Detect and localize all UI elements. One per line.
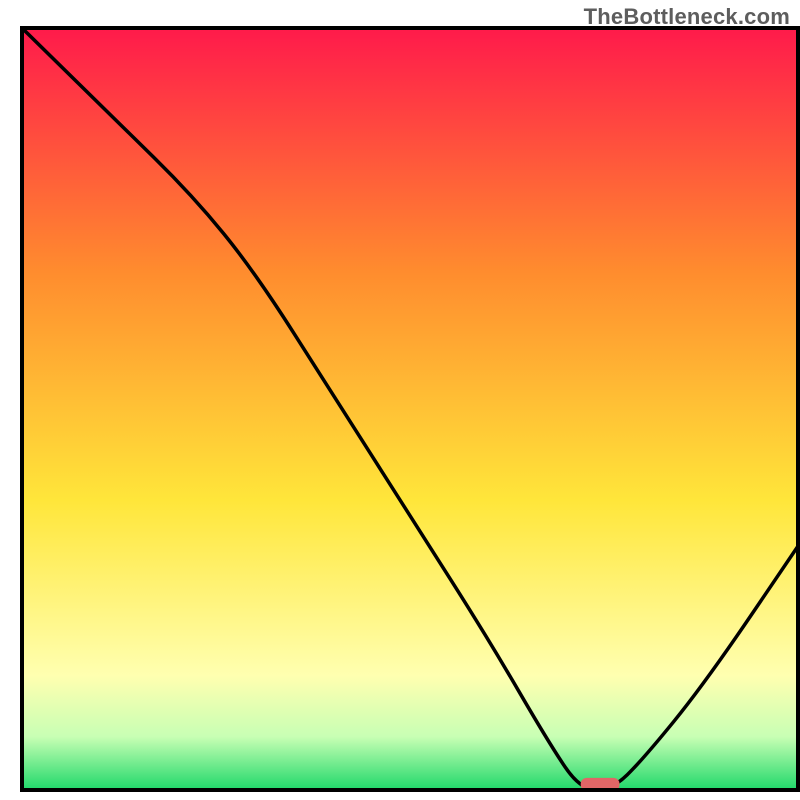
chart-svg: [0, 0, 800, 800]
chart-container: TheBottleneck.com: [0, 0, 800, 800]
attribution-label: TheBottleneck.com: [584, 4, 790, 30]
